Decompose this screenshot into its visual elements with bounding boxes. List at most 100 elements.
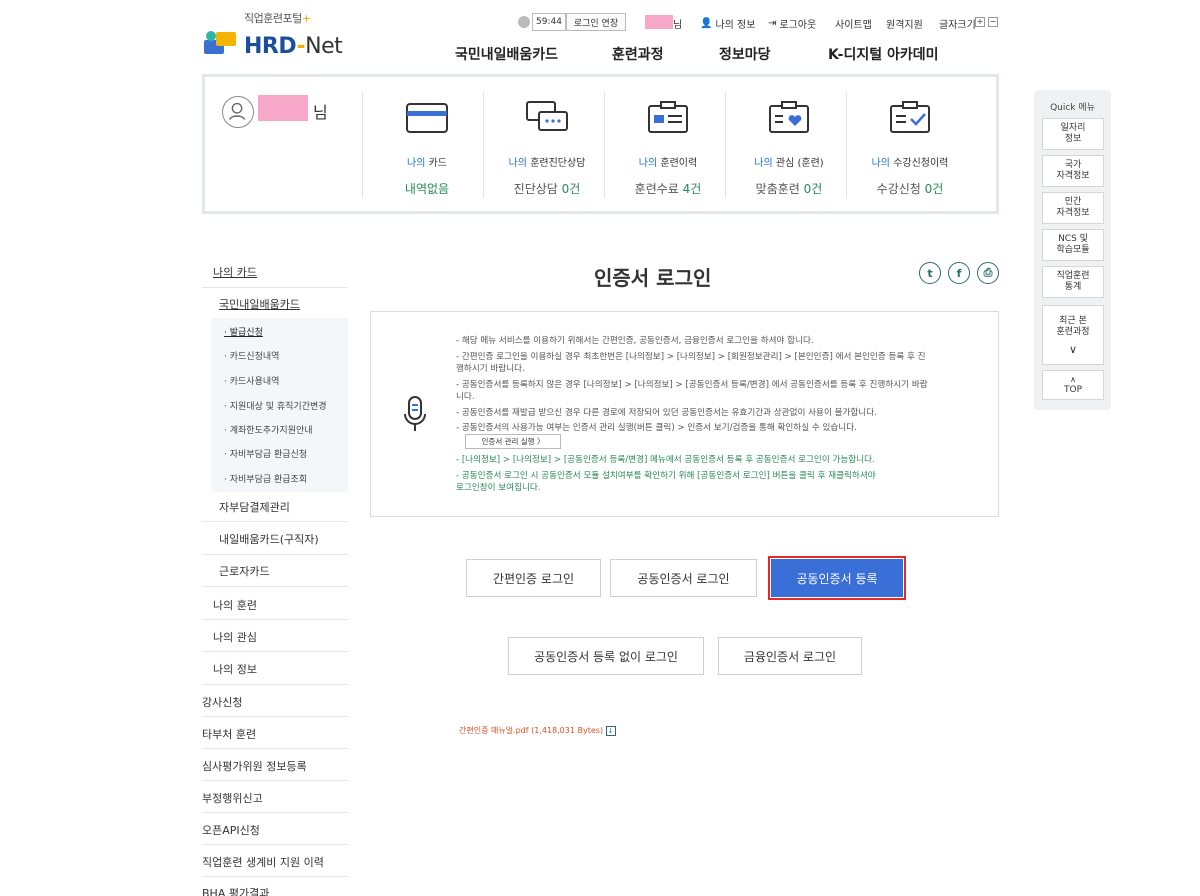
sitemap-link[interactable]: 사이트맵 <box>835 13 872 33</box>
card-title: 나의 카드 <box>407 158 447 169</box>
print-icon[interactable]: ⎙ <box>977 262 999 284</box>
menu-my-info[interactable]: 나의 정보 <box>213 661 359 677</box>
avatar-icon <box>222 96 254 128</box>
nav-k-digital[interactable]: K-디지털 아카데미 <box>828 44 938 64</box>
divider <box>202 521 348 522</box>
divider <box>202 684 348 685</box>
quick-national-cert[interactable]: 국가 자격정보 <box>1042 155 1104 187</box>
chevron-up-icon: ∧ <box>1070 375 1076 384</box>
download-icon: ↓ <box>605 726 616 736</box>
my-interest-summary[interactable]: 나의 관심 (훈련) 맞춤훈련 0건 <box>729 100 849 197</box>
site-logo[interactable]: HRD-Net <box>244 34 343 59</box>
my-consult-summary[interactable]: 나의 훈련진단상담 진단상담 0건 <box>487 100 607 197</box>
divider <box>202 844 348 845</box>
divider <box>202 287 348 288</box>
menu-worker-card[interactable]: 근로자카드 <box>219 563 365 579</box>
logout-link[interactable]: ⇥ 로그아웃 <box>768 13 816 33</box>
notice-text-green: 로그인창이 보여집니다. <box>456 483 541 493</box>
divider <box>362 92 363 198</box>
menu-jobseeker-card[interactable]: 내일배움카드(구직자) <box>219 531 365 547</box>
divider <box>202 586 348 587</box>
submenu-item[interactable]: · 자비부담급 환급신청 <box>224 447 307 460</box>
person-icon: 👤 <box>700 17 713 29</box>
microphone-icon <box>404 396 426 431</box>
remote-support-link[interactable]: 원격지원 <box>886 13 923 33</box>
extend-login-button[interactable]: 로그인 연장 <box>566 13 626 31</box>
quick-training-stats[interactable]: 직업훈련 통계 <box>1042 266 1104 298</box>
cert-manager-button[interactable]: 인증서 관리 실행 〉 <box>465 434 561 449</box>
menu-other-ministry[interactable]: 타부처 훈련 <box>202 726 348 742</box>
divider <box>202 812 348 813</box>
font-decrease-button[interactable]: − <box>988 17 998 27</box>
submenu-item[interactable]: · 지원대상 및 휴직기간변경 <box>224 399 327 412</box>
quick-private-cert[interactable]: 민간 자격정보 <box>1042 192 1104 224</box>
clock-icon <box>518 16 530 28</box>
divider <box>202 748 348 749</box>
logout-icon: ⇥ <box>768 17 777 29</box>
divider <box>202 780 348 781</box>
hrd-logo-icon <box>204 31 236 54</box>
menu-my-training[interactable]: 나의 훈련 <box>213 597 359 613</box>
user-name-masked <box>645 15 673 29</box>
menu-living-cost[interactable]: 직업훈련 생계비 지원 이력 <box>202 854 348 870</box>
my-enroll-summary[interactable]: 나의 수강신청이력 수강신청 0건 <box>850 100 970 197</box>
notice-text: 행하시기 바랍니다. <box>456 364 525 374</box>
manual-pdf-link[interactable]: 간편인증 매뉴얼.pdf (1,418,031 Bytes) ↓ <box>459 725 616 736</box>
font-size-label: 글자크기 <box>939 19 976 31</box>
submenu-item[interactable]: · 자비부담급 환급조회 <box>224 472 307 485</box>
card-value: 내역없음 <box>404 182 450 196</box>
my-history-summary[interactable]: 나의 훈련이력 훈련수료 4건 <box>608 100 728 197</box>
notice-text: 니다. <box>456 392 475 402</box>
nav-info-square[interactable]: 정보마당 <box>719 44 771 64</box>
nav-training-course[interactable]: 훈련과정 <box>612 44 664 64</box>
notice-text: - 간편인증 로그인을 이용하실 경우 최초한번은 [나의정보] > [나의정보… <box>456 352 926 362</box>
twitter-icon[interactable]: t <box>919 262 941 284</box>
session-timer: 59:44 <box>532 13 566 31</box>
my-card-summary[interactable]: 나의 카드 내역없음 <box>367 100 487 197</box>
check-icon <box>890 101 930 133</box>
joint-cert-login-button[interactable]: 공동인증서 로그인 <box>610 559 757 597</box>
login-without-register-button[interactable]: 공동인증서 등록 없이 로그인 <box>508 637 704 675</box>
nav-national-card[interactable]: 국민내일배움카드 <box>455 44 558 64</box>
card-icon <box>406 103 448 133</box>
notice-text: - 공동인증서를 재발급 받으신 경우 다른 경로에 저장되어 있던 공동인증서… <box>456 408 877 418</box>
menu-my-card[interactable]: 나의 카드 <box>213 264 359 280</box>
divider <box>202 619 348 620</box>
my-info-link[interactable]: 👤 나의 정보 <box>700 13 755 33</box>
submenu-item[interactable]: · 카드사용내역 <box>224 374 279 387</box>
heart-icon <box>769 101 809 133</box>
font-increase-button[interactable]: + <box>975 17 985 27</box>
page-title: 인증서 로그인 <box>594 266 712 290</box>
history-icon <box>648 101 688 133</box>
notice-text: - 공동인증서의 사용가능 여부는 인증서 관리 실행(버튼 클릭) > 인증서… <box>456 423 857 433</box>
quick-ncs[interactable]: NCS 및 학습모듈 <box>1042 229 1104 261</box>
menu-national-card[interactable]: 국민내일배움카드 <box>219 296 365 312</box>
menu-open-api[interactable]: 오픈API신청 <box>202 822 348 838</box>
user-name-suffix: 님 <box>313 103 328 122</box>
menu-my-interest[interactable]: 나의 관심 <box>213 629 359 645</box>
submenu-item[interactable]: · 발급신청 <box>224 325 263 338</box>
quick-recent-courses[interactable]: 최근 본 훈련과정 ∨ <box>1042 305 1104 365</box>
quick-job-info[interactable]: 일자리 정보 <box>1042 118 1104 150</box>
chevron-down-icon: ∨ <box>1068 342 1078 356</box>
menu-instructor[interactable]: 강사신청 <box>202 694 348 710</box>
divider <box>202 554 348 555</box>
financial-cert-login-button[interactable]: 금융인증서 로그인 <box>718 637 862 675</box>
quick-menu-title: Quick 메뉴 <box>1050 103 1095 113</box>
menu-bha-result[interactable]: BHA 평가결과 <box>202 885 348 896</box>
menu-self-payment[interactable]: 자부담결제관리 <box>219 499 365 515</box>
joint-cert-register-button[interactable]: 공동인증서 등록 <box>768 556 906 600</box>
notice-text-green: - [나의정보] > [나의정보] > [공동인증서 등록/변경] 메뉴에서 공… <box>456 455 875 465</box>
quick-top-button[interactable]: ∧ TOP <box>1042 370 1104 400</box>
consult-icon <box>526 101 568 131</box>
notice-text: - 공동인증서를 등록하지 않은 경우 [나의정보] > [나의정보] > [공… <box>456 380 928 390</box>
menu-evaluator[interactable]: 심사평가위원 정보등록 <box>202 758 348 774</box>
submenu-item[interactable]: · 카드신청내역 <box>224 349 279 362</box>
simple-auth-login-button[interactable]: 간편인증 로그인 <box>466 559 601 597</box>
menu-fraud-report[interactable]: 부정행위신고 <box>202 790 348 806</box>
divider <box>202 651 348 652</box>
facebook-icon[interactable]: f <box>948 262 970 284</box>
divider <box>202 876 348 877</box>
submenu-item[interactable]: · 계좌한도추가지원안내 <box>224 423 313 436</box>
user-suffix: 님 <box>673 19 683 31</box>
